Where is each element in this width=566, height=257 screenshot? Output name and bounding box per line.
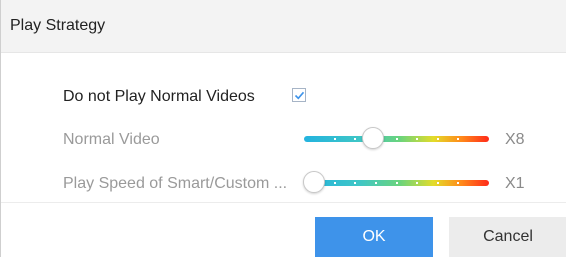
smart-custom-speed-value: X1 <box>505 175 525 192</box>
slider-tick <box>354 138 357 140</box>
normal-video-speed-slider[interactable] <box>304 127 489 151</box>
slider-tick <box>395 138 398 140</box>
dialog-title: Play Strategy <box>10 17 106 34</box>
slider-tick <box>416 138 419 140</box>
ok-button[interactable]: OK <box>315 217 433 257</box>
slider-tick <box>333 182 336 184</box>
footer-divider <box>1 202 566 203</box>
smart-custom-speed-label: Play Speed of Smart/Custom ... <box>63 175 288 192</box>
slider-tick <box>457 182 460 184</box>
slider-tick <box>457 138 460 140</box>
slider-tick <box>395 182 398 184</box>
checkmark-icon <box>294 91 305 100</box>
slider-tick <box>416 182 419 184</box>
slider-tick <box>354 182 357 184</box>
slider-tick <box>374 182 377 184</box>
dialog-header: Play Strategy <box>1 0 566 53</box>
normal-video-label: Normal Video <box>63 131 160 148</box>
slider-thumb[interactable] <box>362 127 385 149</box>
slider-tick <box>436 138 439 140</box>
do-not-play-label: Do not Play Normal Videos <box>63 88 255 105</box>
slider-tick <box>333 138 336 140</box>
slider-tick <box>436 182 439 184</box>
normal-video-speed-value: X8 <box>505 131 525 148</box>
play-strategy-dialog: Play Strategy Do not Play Normal Videos … <box>0 0 566 257</box>
slider-thumb[interactable] <box>303 171 325 193</box>
smart-custom-speed-slider[interactable] <box>303 171 489 195</box>
do-not-play-checkbox[interactable] <box>292 88 306 102</box>
cancel-button[interactable]: Cancel <box>449 217 566 257</box>
